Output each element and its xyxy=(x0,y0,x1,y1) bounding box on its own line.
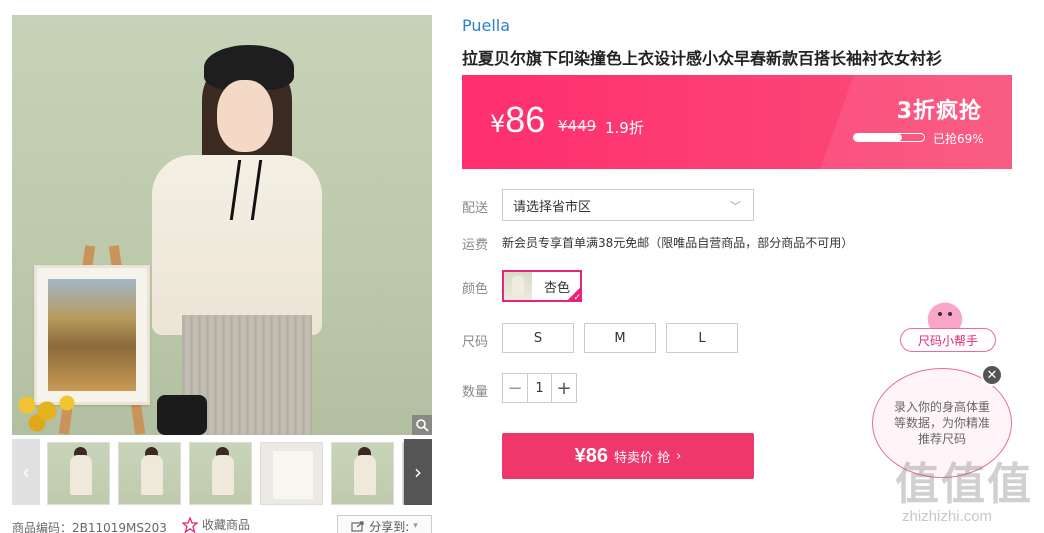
brand-link[interactable]: Puella xyxy=(462,16,510,35)
close-icon[interactable]: ✕ xyxy=(981,364,1003,386)
chevron-down-icon: ﹀ xyxy=(730,200,741,213)
chevron-right-icon: › xyxy=(676,448,682,464)
thumbnail[interactable] xyxy=(118,442,181,505)
model-bag xyxy=(157,395,207,435)
buy-price: ¥86 xyxy=(574,444,609,467)
shipping-info: 新会员专享首单满38元免邮（限唯品自营商品，部分商品不可用） xyxy=(502,236,854,250)
main-product-image[interactable] xyxy=(12,15,432,435)
sold-percent-text: 已抢69% xyxy=(933,132,984,146)
delivery-label: 配送 xyxy=(462,201,489,216)
magnifier-icon[interactable] xyxy=(412,415,432,435)
share-icon xyxy=(351,521,364,532)
thumbnail[interactable] xyxy=(189,442,252,505)
price-value: 86 xyxy=(505,99,546,140)
quantity-label: 数量 xyxy=(462,385,489,400)
size-option-s[interactable]: S xyxy=(502,323,574,353)
currency-symbol: ¥ xyxy=(490,110,506,138)
size-option-m[interactable]: M xyxy=(584,323,656,353)
watermark-url: zhizhizhi.com xyxy=(902,508,993,525)
favorite-label: 收藏商品 xyxy=(202,518,251,532)
color-label: 颜色 xyxy=(462,282,489,297)
buy-label: 特卖价 抢 xyxy=(614,450,671,466)
painting-frame xyxy=(34,265,150,405)
thumb-prev-arrow[interactable]: ‹ xyxy=(12,439,40,505)
original-price: ¥449 xyxy=(558,117,597,135)
share-label: 分享到: xyxy=(369,519,410,533)
delivery-value: 请选择省市区 xyxy=(513,199,592,215)
flash-sale-title: 3折疯抢 xyxy=(896,99,982,124)
size-helper-tag[interactable]: 尺码小帮手 xyxy=(900,328,996,352)
thumbnail[interactable] xyxy=(47,442,110,505)
quantity-stepper: − 1 + xyxy=(502,373,577,403)
color-swatch-image xyxy=(504,272,532,300)
sold-progress-bar xyxy=(853,133,925,142)
selected-check-icon: ✓ xyxy=(566,286,582,303)
price-banner: ¥ 86 ¥449 1.9折 3折疯抢 已抢69% xyxy=(462,75,1012,169)
sold-progress-fill xyxy=(854,134,903,141)
favorite-button[interactable]: 收藏商品 xyxy=(182,516,250,533)
size-label: 尺码 xyxy=(462,335,489,350)
buy-button[interactable]: ¥86 特卖价 抢 › xyxy=(502,433,754,479)
flowers xyxy=(12,393,82,433)
thumbnail[interactable] xyxy=(260,442,323,505)
discount-label: 1.9折 xyxy=(605,119,644,137)
quantity-plus-button[interactable]: + xyxy=(552,374,576,402)
quantity-minus-button[interactable]: − xyxy=(503,374,527,402)
thumbnail[interactable] xyxy=(331,442,394,505)
size-helper-text: 录入你的身高体重等数据，为你精准推荐尺码 xyxy=(893,400,990,446)
delivery-select[interactable]: 请选择省市区 ﹀ xyxy=(502,189,754,221)
thumbnail-strip: ‹ › xyxy=(12,439,432,505)
product-title: 拉夏贝尔旗下印染撞色上衣设计感小众早春新款百搭长袖衬衣女衬衫 xyxy=(462,49,943,68)
shipping-label: 运费 xyxy=(462,238,489,253)
quantity-input[interactable]: 1 xyxy=(527,374,552,402)
color-option-apricot[interactable]: 杏色 ✓ xyxy=(502,270,582,303)
sale-price: ¥ 86 xyxy=(490,99,545,141)
product-code: 商品编码：2B11019MS203 xyxy=(12,521,167,533)
model-face xyxy=(217,80,273,152)
size-option-l[interactable]: L xyxy=(666,323,738,353)
star-icon xyxy=(182,516,198,533)
thumb-next-arrow[interactable]: › xyxy=(404,439,432,505)
share-button[interactable]: 分享到: ▾ xyxy=(337,515,432,533)
chevron-down-icon: ▾ xyxy=(413,521,418,531)
watermark-logo: 值值值 xyxy=(895,459,1033,510)
